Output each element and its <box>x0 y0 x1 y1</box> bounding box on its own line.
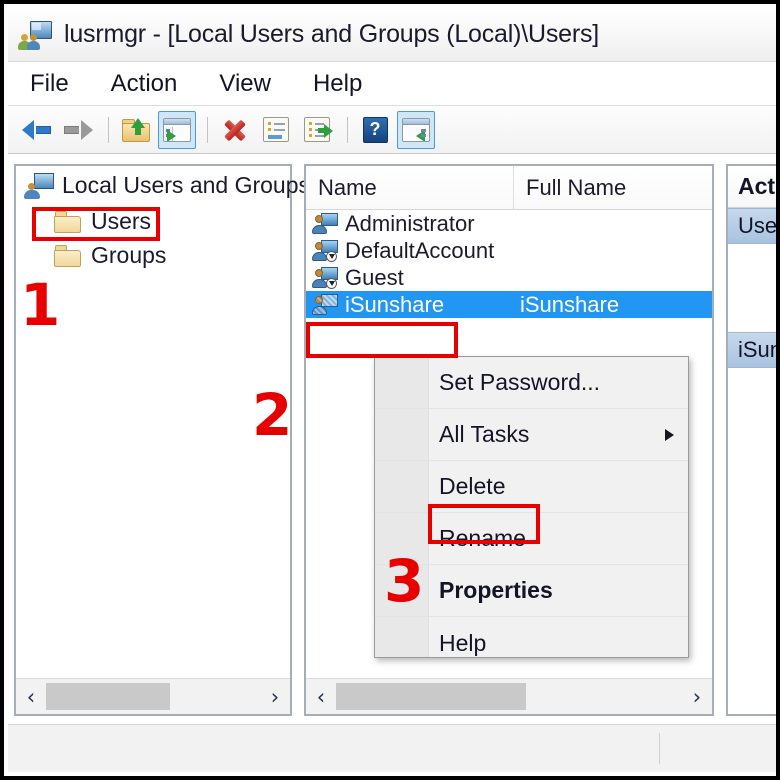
context-menu-item-set-password[interactable]: Set Password... <box>375 357 688 409</box>
user-account-icon <box>312 293 338 316</box>
list-column-headers: Name Full Name <box>306 166 712 210</box>
sidebar-item-groups-label: Groups <box>91 242 167 268</box>
toolbar-separator <box>347 116 348 143</box>
delete-button[interactable] <box>216 111 254 149</box>
show-hide-action-pane-button[interactable] <box>397 110 435 149</box>
annotation-step-3: 3 <box>384 547 425 615</box>
context-menu-item-all-tasks[interactable]: All Tasks <box>375 409 688 461</box>
scroll-thumb[interactable] <box>46 683 171 710</box>
scroll-right-icon[interactable]: › <box>260 679 290 714</box>
save-list-icon <box>263 117 289 142</box>
sidebar-item-groups[interactable]: Groups <box>54 242 166 269</box>
folder-icon <box>54 210 82 233</box>
actions-group-users[interactable]: Users <box>728 208 776 244</box>
tree-horizontal-scrollbar[interactable]: ‹ › <box>16 678 290 714</box>
menu-bar: File Action View Help <box>8 62 776 106</box>
export-list-button[interactable] <box>257 111 295 149</box>
column-header-name[interactable]: Name <box>306 166 514 209</box>
back-arrow-icon <box>22 119 52 141</box>
sidebar-item-users-label: Users <box>91 208 152 234</box>
menu-item-view[interactable]: View <box>215 68 275 100</box>
scroll-left-icon[interactable]: ‹ <box>306 679 336 714</box>
annotation-step-2: 2 <box>252 381 293 449</box>
up-one-level-button[interactable] <box>117 111 155 149</box>
red-x-icon <box>221 117 249 143</box>
actions-group-isunshare[interactable]: iSunshare <box>728 332 776 368</box>
chevron-right-icon <box>665 428 674 441</box>
user-account-disabled-icon <box>312 266 338 289</box>
user-name: iSunshare <box>345 291 445 317</box>
annotation-step-1: 1 <box>20 271 61 339</box>
column-header-full-name[interactable]: Full Name <box>514 166 712 209</box>
context-menu-item-help[interactable]: Help <box>375 617 688 669</box>
action-pane-icon <box>402 117 430 142</box>
lusrmgr-window: lusrmgr - [Local Users and Groups (Local… <box>0 0 780 780</box>
help-button[interactable]: ? <box>356 111 394 149</box>
actions-row-more-actions[interactable] <box>728 258 776 288</box>
scroll-thumb[interactable] <box>336 683 527 710</box>
actions-pane: Actions Users iSunshare <box>726 164 776 716</box>
export-doc-icon <box>304 117 333 142</box>
table-row-selected[interactable]: iSunshare iSunshare <box>306 291 712 318</box>
scroll-track[interactable] <box>46 679 260 714</box>
console-tree-icon <box>163 117 191 142</box>
tree-root-label: Local Users and Groups <box>62 172 311 198</box>
user-name: DefaultAccount <box>345 237 495 263</box>
tree-root-local-users-and-groups[interactable]: Local Users and Groups <box>24 172 310 199</box>
folder-up-icon <box>122 117 150 142</box>
help-question-icon: ? <box>362 116 388 143</box>
toolbar: ? <box>8 106 776 154</box>
table-row[interactable]: DefaultAccount <box>306 237 712 264</box>
show-hide-console-tree-button[interactable] <box>158 110 196 149</box>
list-horizontal-scrollbar[interactable]: ‹ › <box>306 678 712 714</box>
window-title: lusrmgr - [Local Users and Groups (Local… <box>64 20 600 48</box>
scroll-track[interactable] <box>336 679 682 714</box>
user-full-name: iSunshare <box>520 291 620 317</box>
user-account-icon <box>312 212 338 235</box>
user-name: Administrator <box>345 210 475 236</box>
menu-item-file[interactable]: File <box>26 68 73 100</box>
scroll-left-icon[interactable]: ‹ <box>16 679 46 714</box>
actions-row-more-actions[interactable] <box>728 378 776 408</box>
menu-item-action[interactable]: Action <box>107 68 182 100</box>
table-row[interactable]: Administrator <box>306 210 712 237</box>
toolbar-separator <box>207 116 208 143</box>
toolbar-separator <box>108 116 109 143</box>
mmc-computer-users-icon <box>24 172 54 199</box>
menu-item-help[interactable]: Help <box>309 68 366 100</box>
folder-icon <box>54 244 82 267</box>
context-menu-item-all-tasks-label: All Tasks <box>439 421 530 447</box>
table-row[interactable]: Guest <box>306 264 712 291</box>
sidebar-item-users[interactable]: Users <box>54 208 151 235</box>
title-bar: lusrmgr - [Local Users and Groups (Local… <box>8 8 776 62</box>
new-item-button[interactable] <box>298 111 336 149</box>
forward-button[interactable] <box>59 111 97 149</box>
console-tree-pane: Local Users and Groups Users Groups ‹ › <box>14 164 310 716</box>
actions-pane-title: Actions <box>728 166 776 208</box>
mmc-users-icon <box>18 20 52 50</box>
back-button[interactable] <box>18 111 56 149</box>
status-bar-divider <box>659 733 660 764</box>
status-bar <box>8 724 776 772</box>
scroll-right-icon[interactable]: › <box>682 679 712 714</box>
context-menu-item-delete[interactable]: Delete <box>375 461 688 513</box>
forward-arrow-icon <box>63 119 93 141</box>
user-account-disabled-icon <box>312 239 338 262</box>
user-name: Guest <box>345 264 404 290</box>
